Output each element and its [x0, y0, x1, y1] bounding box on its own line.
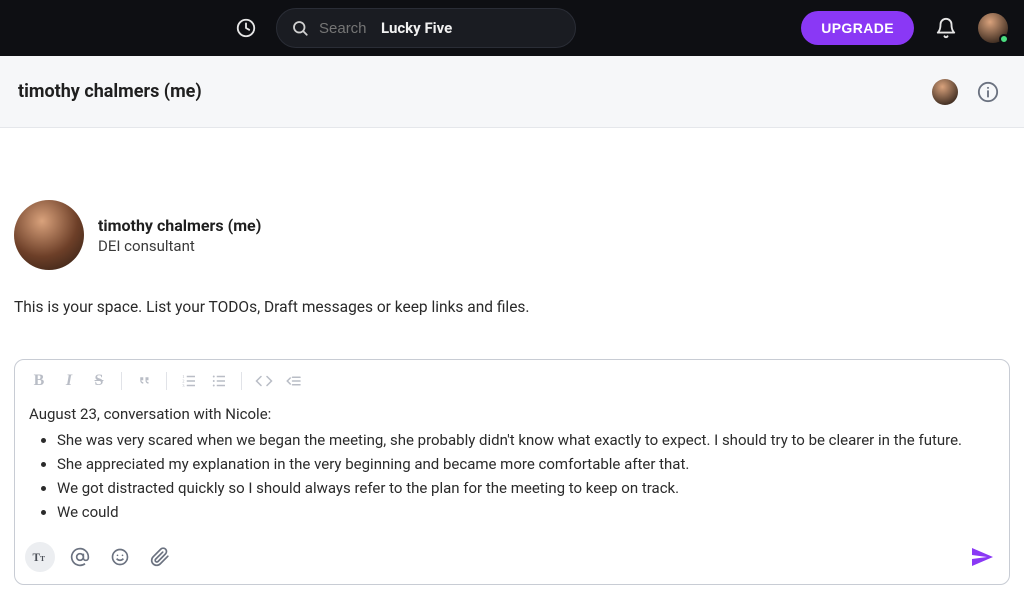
bold-button[interactable]: B [25, 368, 53, 394]
emoji-button[interactable] [105, 542, 135, 572]
text-format-icon: TT [31, 548, 49, 566]
emoji-icon [110, 547, 130, 567]
ordered-list-icon: 123 [180, 372, 198, 390]
editor-bullet-item: She was very scared when we began the me… [57, 428, 995, 452]
unordered-list-button[interactable] [205, 368, 233, 394]
unordered-list-icon [210, 372, 228, 390]
topbar: Lucky Five UPGRADE [0, 0, 1024, 56]
search-icon [291, 19, 309, 37]
profile-avatar[interactable] [14, 200, 84, 270]
search-context: Lucky Five [381, 19, 452, 37]
quote-icon [135, 372, 153, 390]
toolbar-divider [121, 372, 122, 390]
toolbar-divider [241, 372, 242, 390]
notifications-button[interactable] [926, 8, 966, 48]
space-description: This is your space. List your TODOs, Dra… [14, 298, 1010, 316]
editor-bullet-item: We could [57, 500, 995, 524]
codeblock-icon [285, 372, 303, 390]
send-button[interactable] [965, 540, 999, 574]
editor-bullet-item: We got distracted quickly so I should al… [57, 476, 995, 500]
composer-wrap: B I S 123 August 23, conversati [14, 359, 1010, 585]
bell-icon [935, 17, 957, 39]
format-toggle-button[interactable]: TT [25, 542, 55, 572]
conversation-title: timothy chalmers (me) [18, 81, 202, 102]
participant-avatar[interactable] [932, 79, 958, 105]
editor-bullet-list: She was very scared when we began the me… [29, 428, 995, 524]
code-button[interactable] [250, 368, 278, 394]
history-icon [235, 17, 257, 39]
code-icon [255, 372, 273, 390]
profile-role: DEI consultant [98, 237, 261, 255]
upgrade-button[interactable]: UPGRADE [801, 11, 914, 45]
info-icon [977, 81, 999, 103]
conversation-header: timothy chalmers (me) [0, 56, 1024, 128]
user-avatar[interactable] [978, 13, 1008, 43]
composer-editor[interactable]: August 23, conversation with Nicole: She… [15, 398, 1009, 534]
profile-block: timothy chalmers (me) DEI consultant [14, 200, 1010, 270]
info-button[interactable] [970, 74, 1006, 110]
history-button[interactable] [228, 10, 264, 46]
editor-intro-line: August 23, conversation with Nicole: [29, 402, 995, 426]
ordered-list-button[interactable]: 123 [175, 368, 203, 394]
mention-button[interactable] [65, 542, 95, 572]
search-input[interactable] [319, 20, 371, 37]
svg-text:T: T [40, 554, 45, 563]
italic-button[interactable]: I [55, 368, 83, 394]
composer-footer: TT [15, 534, 1009, 584]
at-icon [70, 547, 90, 567]
format-toolbar: B I S 123 [15, 360, 1009, 398]
editor-bullet-item: She appreciated my explanation in the ve… [57, 452, 995, 476]
strike-button[interactable]: S [85, 368, 113, 394]
send-icon [970, 545, 994, 569]
paperclip-icon [150, 547, 170, 567]
profile-text: timothy chalmers (me) DEI consultant [98, 216, 261, 255]
attach-button[interactable] [145, 542, 175, 572]
toolbar-divider [166, 372, 167, 390]
profile-name: timothy chalmers (me) [98, 216, 261, 235]
search-field[interactable]: Lucky Five [276, 8, 576, 48]
main-content: timothy chalmers (me) DEI consultant Thi… [0, 128, 1024, 316]
codeblock-button[interactable] [280, 368, 308, 394]
quote-button[interactable] [130, 368, 158, 394]
svg-text:3: 3 [182, 383, 185, 388]
message-composer: B I S 123 August 23, conversati [14, 359, 1010, 585]
presence-indicator [999, 34, 1009, 44]
